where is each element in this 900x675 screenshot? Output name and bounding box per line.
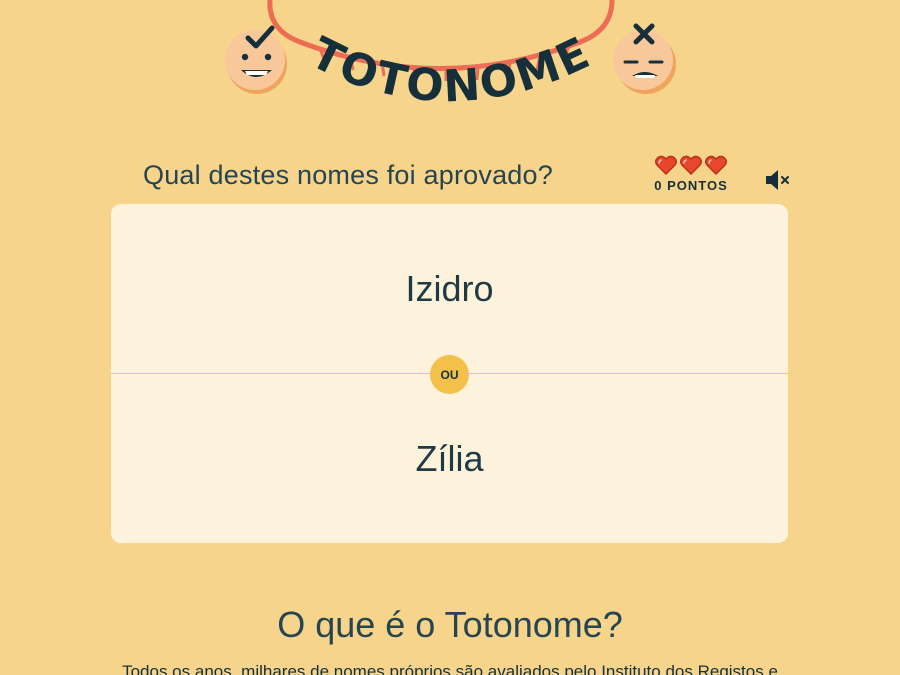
question-text: Qual destes nomes foi aprovado? bbox=[143, 160, 553, 190]
option-a-button[interactable]: Izidro bbox=[111, 204, 788, 373]
logo-artwork: TOTONOME bbox=[225, 0, 676, 113]
sad-face-icon bbox=[613, 23, 676, 94]
heart-icon bbox=[655, 155, 677, 175]
speaker-muted-icon bbox=[766, 170, 789, 190]
happy-face-icon bbox=[225, 25, 287, 94]
heart-icon bbox=[680, 155, 702, 175]
points-counter: 0 PONTOS bbox=[654, 178, 728, 193]
option-b-button[interactable]: Zília bbox=[111, 374, 788, 543]
choice-card: Izidro Zília OU bbox=[111, 204, 788, 543]
game-page: TOTONOME Qual destes nomes foi aprovado?… bbox=[0, 0, 900, 675]
or-badge: OU bbox=[430, 355, 469, 394]
svg-text:TOTONOME: TOTONOME bbox=[303, 27, 599, 113]
about-text: Todos os anos, milhares de nomes próprio… bbox=[122, 662, 778, 675]
option-a-label: Izidro bbox=[405, 267, 494, 309]
mute-button[interactable] bbox=[764, 168, 792, 192]
totonome-logo: TOTONOME bbox=[0, 0, 900, 130]
lives-hearts bbox=[650, 155, 732, 177]
option-b-label: Zília bbox=[415, 437, 484, 479]
heart-icon bbox=[705, 155, 727, 175]
score-panel: 0 PONTOS bbox=[650, 155, 732, 193]
about-title: O que é o Totonome? bbox=[277, 604, 623, 645]
